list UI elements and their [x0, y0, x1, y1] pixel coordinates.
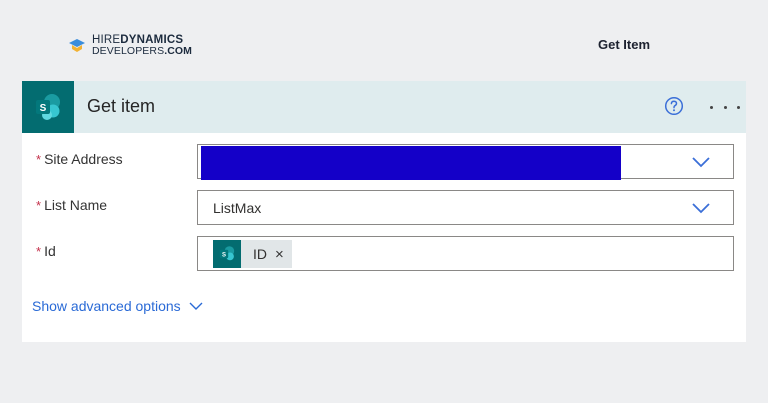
- dynamic-content-token[interactable]: S ID ×: [213, 240, 292, 268]
- advanced-link-label: Show advanced options: [32, 298, 181, 314]
- graduation-cap-icon: [69, 39, 85, 52]
- action-card-title: Get item: [87, 96, 156, 116]
- action-card-header[interactable]: S Get item: [22, 81, 746, 133]
- required-marker: *: [36, 244, 42, 259]
- id-input[interactable]: S ID ×: [197, 236, 734, 271]
- required-marker: *: [36, 198, 42, 213]
- help-icon[interactable]: [663, 95, 685, 117]
- screenshot-frame: HIREDYNAMICS DEVELOPERS.COM Get Item S G…: [0, 0, 768, 403]
- token-label: ID: [253, 246, 267, 262]
- redacted-value: [201, 146, 621, 180]
- chevron-down-icon[interactable]: [691, 155, 711, 169]
- brand-logo: HIREDYNAMICS DEVELOPERS.COM: [68, 33, 192, 59]
- list-name-value: ListMax: [213, 200, 262, 216]
- close-icon[interactable]: ×: [275, 246, 284, 263]
- list-name-dropdown[interactable]: ListMax: [197, 190, 734, 225]
- id-label: * Id: [36, 243, 56, 259]
- chevron-down-icon: [189, 302, 203, 310]
- page-title: Get Item: [598, 37, 651, 52]
- svg-text:S: S: [222, 252, 226, 258]
- more-options-icon[interactable]: [710, 103, 740, 111]
- list-name-label: * List Name: [36, 197, 108, 213]
- sharepoint-icon: S: [213, 240, 241, 268]
- get-item-action-card: S Get item * Site Address * List Name Li…: [22, 81, 746, 342]
- chevron-down-icon[interactable]: [691, 201, 711, 215]
- required-marker: *: [36, 152, 42, 167]
- show-advanced-options-link[interactable]: Show advanced options: [32, 298, 203, 314]
- site-address-label: * Site Address: [36, 151, 123, 167]
- sharepoint-icon: S: [22, 81, 74, 133]
- svg-text:S: S: [40, 103, 47, 114]
- brand-line-2: DEVELOPERS.COM: [92, 45, 193, 57]
- site-address-dropdown[interactable]: [197, 144, 734, 180]
